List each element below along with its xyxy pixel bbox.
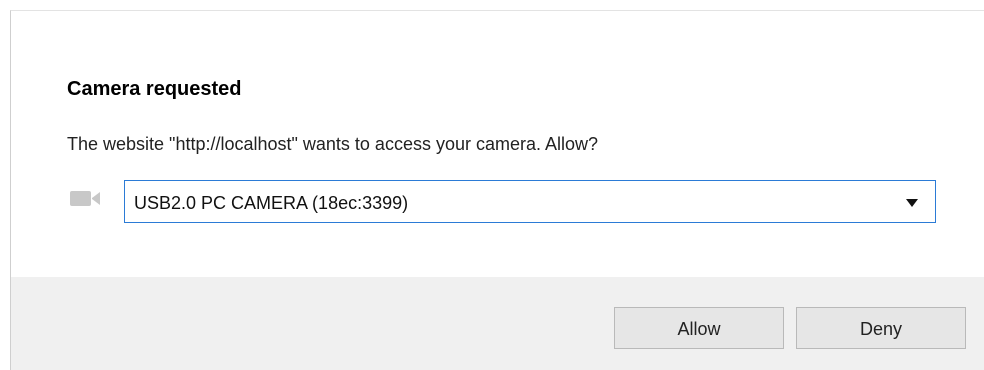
dialog-title: Camera requested <box>67 78 242 100</box>
dialog-content: Camera requested The website "http://loc… <box>11 11 984 277</box>
dialog-footer: Allow Deny <box>11 277 984 370</box>
camera-device-select[interactable]: USB2.0 PC CAMERA (18ec:3399) <box>124 180 936 223</box>
deny-button[interactable]: Deny <box>796 307 966 349</box>
video-camera-icon <box>70 191 100 206</box>
allow-button[interactable]: Allow <box>614 307 784 349</box>
dropdown-arrow-icon <box>906 199 918 207</box>
selected-camera-value: USB2.0 PC CAMERA (18ec:3399) <box>134 193 409 213</box>
camera-device-row: USB2.0 PC CAMERA (18ec:3399) <box>67 179 947 227</box>
dialog-message: The website "http://localhost" wants to … <box>67 134 599 154</box>
camera-permission-dialog: Camera requested The website "http://loc… <box>10 10 984 370</box>
